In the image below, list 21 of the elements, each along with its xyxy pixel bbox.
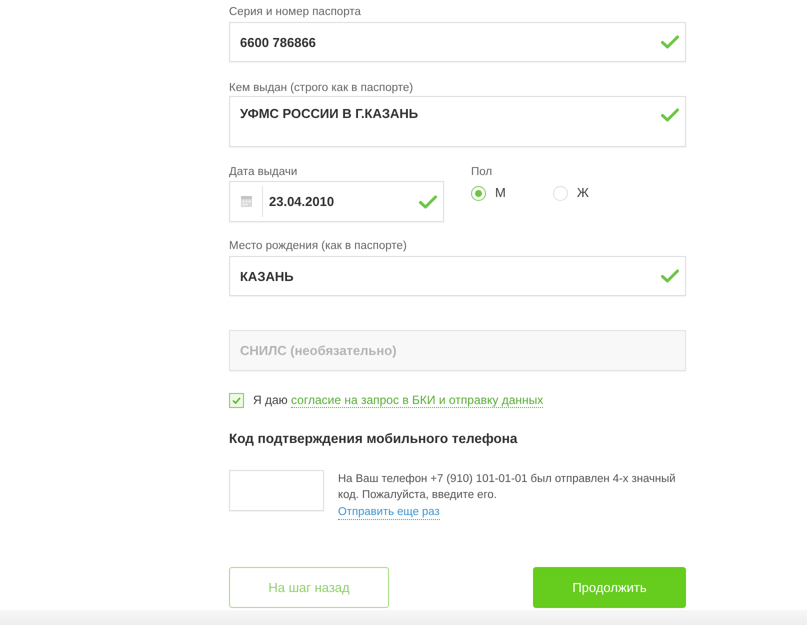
radio-button[interactable] <box>552 186 568 200</box>
consent-checkbox[interactable] <box>229 392 244 408</box>
field-label: Серия и номер паспорта <box>229 5 362 19</box>
field-label: Место рождения (как в паспорте) <box>229 239 408 253</box>
code-sent-message: На Ваш телефон +7 (910) 101-01-01 был отправлен 4-х значный код. Пожалуйста, введите его. <box>338 472 677 503</box>
checkmark-icon <box>232 396 241 404</box>
code-input-field[interactable] <box>229 470 324 511</box>
calendar-icon <box>241 196 252 207</box>
field-label: Кем выдан (строго как в паспорте) <box>229 81 414 95</box>
consent-text: Я даю согласие на запрос в БКИ и отправку данных <box>253 392 544 408</box>
passport-number-field[interactable]: 6600 786866 <box>229 22 686 62</box>
radio-label: М <box>495 185 506 201</box>
section-heading: Код подтверждения мобильного телефона <box>229 430 518 448</box>
field-label: Дата выдачи <box>229 165 298 179</box>
issue-date-field[interactable]: 23.04.2010 <box>229 181 444 222</box>
birthplace-field[interactable]: КАЗАНЬ <box>229 256 686 296</box>
radio-button[interactable] <box>471 186 486 200</box>
issued-by-field[interactable]: УФМС РОССИИ В Г.КАЗАНЬ <box>229 96 686 147</box>
radio-label: Ж <box>576 185 589 201</box>
field-label: Пол <box>471 165 494 179</box>
snils-field[interactable]: СНИЛС (необязательно) <box>229 330 686 371</box>
